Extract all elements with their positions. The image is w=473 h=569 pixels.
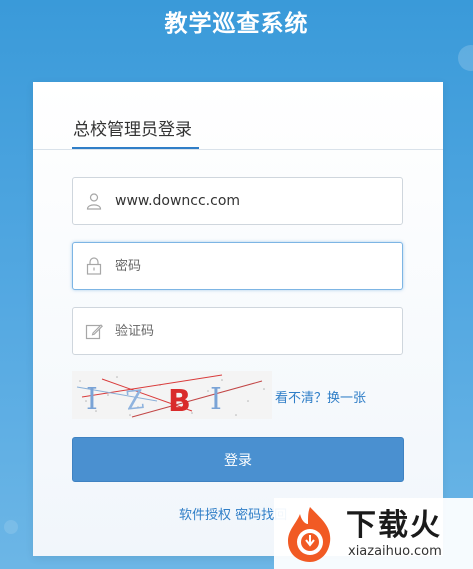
lock-icon — [85, 257, 103, 275]
captcha-char: B — [168, 384, 191, 419]
captcha-field[interactable] — [72, 307, 403, 355]
decorative-bubble — [4, 520, 18, 534]
edit-icon — [85, 322, 103, 340]
footer-links: 软件授权 密码找回 — [179, 504, 287, 523]
software-license-link[interactable]: 软件授权 — [179, 508, 231, 523]
tab-admin-login[interactable]: 总校管理员登录 — [73, 115, 192, 149]
username-input[interactable] — [115, 178, 395, 224]
captcha-char: I — [210, 382, 222, 417]
tab-divider — [33, 149, 443, 150]
watermark: 下载火 xiazaihuo.com — [274, 498, 473, 569]
watermark-brand: 下载火 — [346, 508, 442, 543]
username-field[interactable] — [72, 177, 403, 225]
fire-logo-icon — [280, 504, 340, 568]
captcha-char: I — [86, 382, 98, 417]
login-card: 总校管理员登录 www.downcc.com 验证码 I Z B I 看不清？换… — [33, 82, 443, 556]
password-field[interactable] — [72, 242, 403, 290]
captcha-graphic: I Z B I — [76, 374, 265, 419]
decorative-bubble — [458, 45, 473, 71]
user-icon — [85, 192, 103, 210]
captcha-char: Z — [124, 385, 145, 417]
password-input[interactable] — [115, 243, 395, 289]
app-title: 教学巡查系统 — [164, 11, 309, 37]
login-button[interactable]: 登录 — [72, 437, 404, 482]
captcha-refresh-link[interactable]: 看不清？换一张 — [275, 387, 366, 406]
captcha-input[interactable] — [115, 308, 395, 354]
captcha-image[interactable]: I Z B I — [72, 371, 272, 419]
watermark-domain: xiazaihuo.com — [348, 544, 442, 559]
